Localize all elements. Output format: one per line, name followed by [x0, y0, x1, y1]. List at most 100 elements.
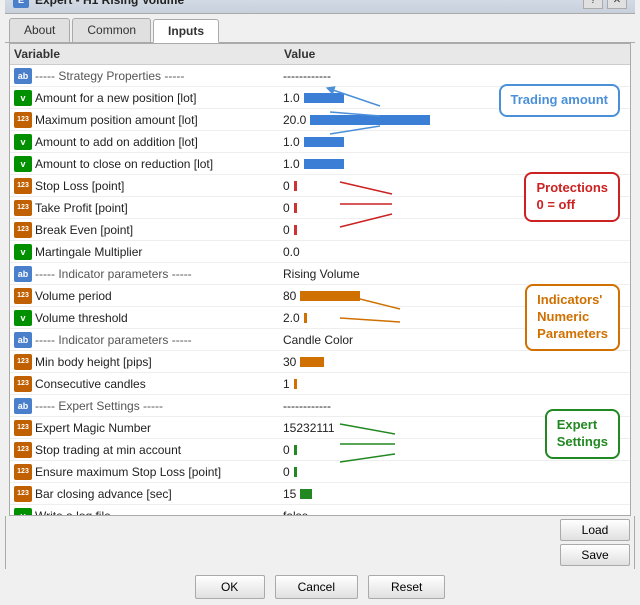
tab-bar: About Common Inputs: [5, 14, 635, 43]
row-variable-name: Martingale Multiplier: [35, 245, 283, 259]
row-value: 0.0: [283, 245, 626, 259]
row-value-text: 80: [283, 289, 296, 303]
row-variable-name: ----- Expert Settings -----: [35, 399, 283, 413]
row-value-bar: [300, 291, 360, 301]
table-row[interactable]: vAmount to add on addition [lot]1.0: [10, 131, 630, 153]
row-value-bar: [294, 203, 297, 213]
help-button[interactable]: ?: [583, 0, 603, 9]
row-type-icon: ab: [14, 266, 32, 282]
row-variable-name: Volume period: [35, 289, 283, 303]
row-value-text: 0: [283, 179, 290, 193]
table-header: Variable Value: [10, 44, 630, 65]
table-row[interactable]: 123Break Even [point]0: [10, 219, 630, 241]
row-value: 1.0: [283, 91, 626, 105]
column-variable: Variable: [14, 47, 284, 61]
row-value-text: 15: [283, 487, 296, 501]
table-row[interactable]: ab----- Indicator parameters -----Candle…: [10, 329, 630, 351]
row-value: false: [283, 509, 626, 516]
row-variable-name: Volume threshold: [35, 311, 283, 325]
row-value: 1: [283, 377, 626, 391]
table-row[interactable]: ab----- Indicator parameters -----Rising…: [10, 263, 630, 285]
row-value-text: 1.0: [283, 157, 300, 171]
row-value-text: 15232111: [283, 421, 335, 435]
row-value-bar: [304, 137, 344, 147]
row-value-text: ------------: [283, 69, 331, 83]
row-variable-name: Amount to add on addition [lot]: [35, 135, 283, 149]
table-row[interactable]: 123Consecutive candles1: [10, 373, 630, 395]
row-variable-name: Maximum position amount [lot]: [35, 113, 283, 127]
tab-inputs[interactable]: Inputs: [153, 19, 219, 43]
row-type-icon: 123: [14, 178, 32, 194]
tab-common[interactable]: Common: [72, 18, 151, 42]
row-variable-name: Stop Loss [point]: [35, 179, 283, 193]
row-value: 80: [283, 289, 626, 303]
row-value-text: 2.0: [283, 311, 300, 325]
row-type-icon: v: [14, 156, 32, 172]
row-type-icon: 123: [14, 222, 32, 238]
row-value-bar: [294, 181, 297, 191]
row-type-icon: 123: [14, 376, 32, 392]
row-variable-name: Break Even [point]: [35, 223, 283, 237]
row-value-text: 0: [283, 465, 290, 479]
reset-button[interactable]: Reset: [368, 575, 445, 599]
footer-buttons: OK Cancel Reset: [5, 569, 635, 605]
row-type-icon: 123: [14, 420, 32, 436]
side-buttons: Load Save: [560, 519, 630, 566]
table-row[interactable]: vMartingale Multiplier0.0: [10, 241, 630, 263]
row-type-icon: 123: [14, 288, 32, 304]
row-value-bar: [294, 379, 297, 389]
row-value-text: 20.0: [283, 113, 306, 127]
row-value: 20.0: [283, 113, 626, 127]
row-value: 2.0: [283, 311, 626, 325]
title-bar: E Expert - H1 Rising Volume ? ✕: [5, 0, 635, 14]
window-icon: E: [13, 0, 29, 8]
row-value-text: 0: [283, 223, 290, 237]
row-variable-name: Ensure maximum Stop Loss [point]: [35, 465, 283, 479]
table-row[interactable]: 123Min body height [pips]30: [10, 351, 630, 373]
table-row[interactable]: 123Take Profit [point]0: [10, 197, 630, 219]
row-variable-name: Stop trading at min account: [35, 443, 283, 457]
row-value-text: 1.0: [283, 91, 300, 105]
row-value-bar: [304, 313, 307, 323]
table-row[interactable]: vVolume threshold2.0: [10, 307, 630, 329]
row-type-icon: v: [14, 508, 32, 516]
load-button[interactable]: Load: [560, 519, 630, 541]
row-type-icon: v: [14, 310, 32, 326]
row-variable-name: ----- Indicator parameters -----: [35, 267, 283, 281]
row-type-icon: v: [14, 244, 32, 260]
row-type-icon: 123: [14, 464, 32, 480]
table-row[interactable]: 123Stop Loss [point]0: [10, 175, 630, 197]
row-value: 0: [283, 201, 626, 215]
row-variable-name: Bar closing advance [sec]: [35, 487, 283, 501]
row-type-icon: 123: [14, 112, 32, 128]
row-value: 1.0: [283, 135, 626, 149]
row-value-text: Candle Color: [283, 333, 353, 347]
cancel-button[interactable]: Cancel: [275, 575, 358, 599]
column-value: Value: [284, 47, 626, 61]
row-value: Candle Color: [283, 333, 626, 347]
row-value-bar: [310, 115, 430, 125]
row-value-text: ------------: [283, 399, 331, 413]
tab-about[interactable]: About: [9, 18, 70, 42]
table-row[interactable]: 123Bar closing advance [sec]15: [10, 483, 630, 505]
row-type-icon: 123: [14, 200, 32, 216]
row-value: 1.0: [283, 157, 626, 171]
table-row[interactable]: ab----- Expert Settings ----------------…: [10, 395, 630, 417]
table-row[interactable]: 123Expert Magic Number15232111: [10, 417, 630, 439]
table-row[interactable]: ab----- Strategy Properties ------------…: [10, 65, 630, 87]
row-variable-name: Min body height [pips]: [35, 355, 283, 369]
close-button[interactable]: ✕: [607, 0, 627, 9]
ok-button[interactable]: OK: [195, 575, 265, 599]
row-variable-name: Write a log file: [35, 509, 283, 516]
table-row[interactable]: 123Volume period80: [10, 285, 630, 307]
row-type-icon: 123: [14, 354, 32, 370]
table-row[interactable]: vAmount for a new position [lot]1.0: [10, 87, 630, 109]
table-row[interactable]: 123Stop trading at min account0: [10, 439, 630, 461]
table-row[interactable]: vWrite a log filefalse: [10, 505, 630, 515]
table-row[interactable]: 123Ensure maximum Stop Loss [point]0: [10, 461, 630, 483]
table-row[interactable]: 123Maximum position amount [lot]20.0: [10, 109, 630, 131]
row-type-icon: 123: [14, 442, 32, 458]
row-value-bar: [304, 93, 344, 103]
table-row[interactable]: vAmount to close on reduction [lot]1.0: [10, 153, 630, 175]
save-button[interactable]: Save: [560, 544, 630, 566]
